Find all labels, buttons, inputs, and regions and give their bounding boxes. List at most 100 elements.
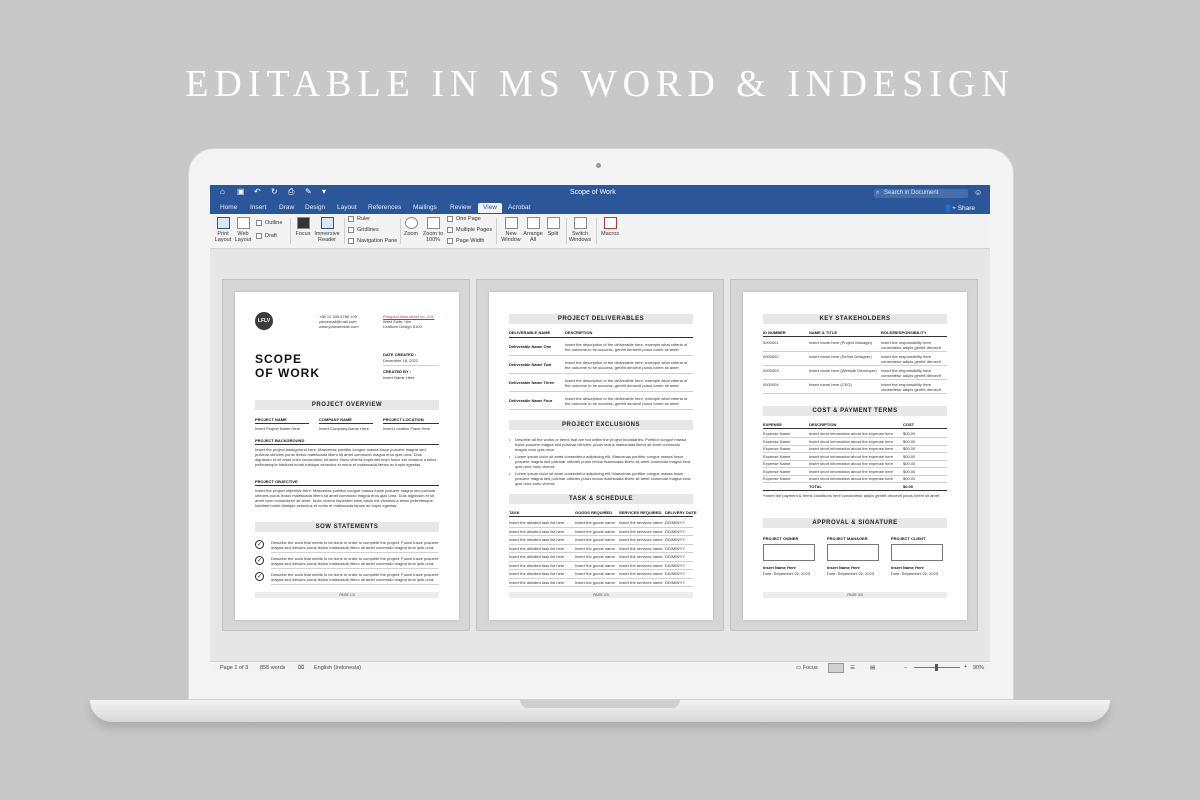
divider xyxy=(271,552,439,553)
tab-home[interactable]: Home xyxy=(220,204,237,211)
tab-review[interactable]: Review xyxy=(450,204,471,211)
gridlines-label: Gridlines xyxy=(357,227,379,233)
focus-mode-button[interactable]: ▭ Focus xyxy=(796,665,818,671)
share-button[interactable]: 👤+ Share xyxy=(944,204,975,212)
document-area[interactable]: LFLV +88 12 345 6789 100 youremail@mail.… xyxy=(210,249,990,661)
focus-button[interactable]: Focus xyxy=(294,217,312,237)
zoom-100-button[interactable]: Zoom to 100% xyxy=(422,217,444,243)
undo-icon[interactable]: ↶ xyxy=(254,188,262,196)
page-frame-1: LFLV +88 12 345 6789 100 youremail@mail.… xyxy=(222,279,470,631)
ribbon-separator xyxy=(290,218,291,244)
tab-draw[interactable]: Draw xyxy=(279,204,294,211)
description-header: DESCRIPTION xyxy=(565,330,593,335)
macros-button[interactable]: Macros xyxy=(598,217,622,237)
cost-header: COST xyxy=(903,422,915,427)
quick-access-toolbar: ⌂ ▣ ↶ ↻ ⎙ ✎ ▾ xyxy=(220,188,330,196)
zoom-slider-thumb[interactable] xyxy=(935,664,938,671)
zoom-100-icon xyxy=(426,217,440,229)
tab-view[interactable]: View xyxy=(478,203,502,213)
page-count[interactable]: Page 1 of 3 xyxy=(220,665,248,671)
new-window-button[interactable]: New Window xyxy=(500,217,522,243)
home-icon[interactable]: ⌂ xyxy=(220,188,228,196)
navigation-pane-checkbox[interactable]: Navigation Pane xyxy=(348,238,397,244)
navigation-pane-label: Navigation Pane xyxy=(357,238,398,244)
approver-name: Insert Name Here xyxy=(763,565,796,570)
bullet-icon: • xyxy=(509,437,511,442)
page-width-label: Page Width xyxy=(456,238,485,244)
divider xyxy=(509,535,693,536)
date-created-value: December 18, 2022 xyxy=(383,358,419,363)
arrange-all-button[interactable]: Arrange All xyxy=(523,217,543,243)
deliverable-description: Insert the description of the deliverabl… xyxy=(565,378,688,388)
deliverable-description: Insert the description of the deliverabl… xyxy=(565,342,688,352)
page-footer: PAGE 3/3 xyxy=(763,592,947,598)
title-bar: ⌂ ▣ ↶ ↻ ⎙ ✎ ▾ Scope of Work ⌕ Search in … xyxy=(210,185,990,201)
format-painter-icon[interactable]: ✎ xyxy=(305,188,313,196)
title-line-1: SCOPE xyxy=(255,352,303,366)
ruler-checkbox[interactable]: Ruler xyxy=(348,216,370,222)
tab-acrobat[interactable]: Acrobat xyxy=(508,204,530,211)
focus-label: Focus xyxy=(295,231,311,237)
page-3[interactable]: KEY STAKEHOLDERS ID NUMBER NAME & TITLE … xyxy=(743,292,967,620)
page-width-button[interactable]: Page Width xyxy=(447,238,484,244)
task-cell: Insert the services name xyxy=(619,528,663,534)
expense-name: Expense Name xyxy=(763,431,791,436)
redo-icon[interactable]: ↻ xyxy=(271,188,279,196)
save-icon[interactable]: ▣ xyxy=(237,188,245,196)
outline-icon xyxy=(256,220,262,226)
print-layout-button[interactable]: Print Layout xyxy=(214,217,232,243)
tab-design[interactable]: Design xyxy=(305,204,325,211)
signature-box[interactable] xyxy=(763,544,815,561)
immersive-reader-button[interactable]: Immersive Reader xyxy=(314,217,340,243)
signature-box[interactable] xyxy=(827,544,879,561)
language[interactable]: English (Indonesia) xyxy=(314,665,361,671)
stakeholder-id: 0000003 xyxy=(763,368,779,373)
search-input[interactable]: ⌕ Search in Document xyxy=(874,189,968,198)
task-cell: DD/MM/YY xyxy=(665,520,685,525)
task-cell: Insert the goods name xyxy=(575,562,615,568)
one-page-button[interactable]: One Page xyxy=(447,216,481,222)
page-1[interactable]: LFLV +88 12 345 6789 100 youremail@mail.… xyxy=(235,292,459,620)
tab-references[interactable]: References xyxy=(368,204,401,211)
navigation-pane-check-icon xyxy=(348,238,354,244)
signature-box[interactable] xyxy=(891,544,943,561)
web-layout-button[interactable]: Web Layout xyxy=(234,217,252,243)
proofing-icon[interactable]: ⌧ xyxy=(298,665,304,671)
zoom-out-button[interactable]: − xyxy=(904,665,907,671)
check-circle-icon: ✓ xyxy=(255,540,264,549)
word-count[interactable]: 855 words xyxy=(260,665,285,671)
divider xyxy=(763,393,947,394)
word-window: ⌂ ▣ ↶ ↻ ⎙ ✎ ▾ Scope of Work ⌕ Search in … xyxy=(210,185,990,673)
tab-mailings[interactable]: Mailings xyxy=(413,204,437,211)
tab-insert[interactable]: Insert xyxy=(250,204,266,211)
outline-button[interactable]: Outline xyxy=(256,220,282,226)
customize-toolbar-icon[interactable]: ▾ xyxy=(322,188,330,196)
gridlines-checkbox[interactable]: Gridlines xyxy=(348,227,379,233)
draft-button[interactable]: Draft xyxy=(256,233,277,239)
zoom-in-button[interactable]: + xyxy=(964,664,967,670)
camera xyxy=(596,163,601,168)
page-2[interactable]: PROJECT DELIVERABLES DELIVERABLE NAME DE… xyxy=(489,292,713,620)
read-mode-icon[interactable]: ▤ xyxy=(870,665,875,671)
company-name-label: COMPANY NAME xyxy=(319,417,352,422)
switch-windows-button[interactable]: Switch Windows xyxy=(568,217,592,243)
expense-name: Expense Name xyxy=(763,468,791,474)
divider xyxy=(763,490,947,491)
print-layout-view-icon[interactable] xyxy=(828,663,844,673)
divider xyxy=(509,373,693,374)
project-background-label: PROJECT BACKGROUND xyxy=(255,438,305,443)
zoom-button[interactable]: Zoom xyxy=(402,217,420,237)
task-cell: Insert the services name xyxy=(619,545,663,551)
stakeholder-name: Insert name here (Website Developer) xyxy=(809,368,877,373)
zoom-level[interactable]: 90% xyxy=(973,665,984,671)
print-icon[interactable]: ⎙ xyxy=(288,188,296,196)
user-icon[interactable]: ☺ xyxy=(974,188,982,197)
project-objective-text: Insert the project objective here. Maece… xyxy=(255,488,436,508)
divider xyxy=(255,423,309,424)
split-button[interactable]: Split xyxy=(545,217,561,237)
tab-layout[interactable]: Layout xyxy=(337,204,357,211)
divider xyxy=(509,586,693,587)
web-layout-view-icon[interactable]: ☰ xyxy=(850,665,855,671)
multiple-pages-button[interactable]: Multiple Pages xyxy=(447,227,492,233)
new-window-icon xyxy=(504,217,518,229)
